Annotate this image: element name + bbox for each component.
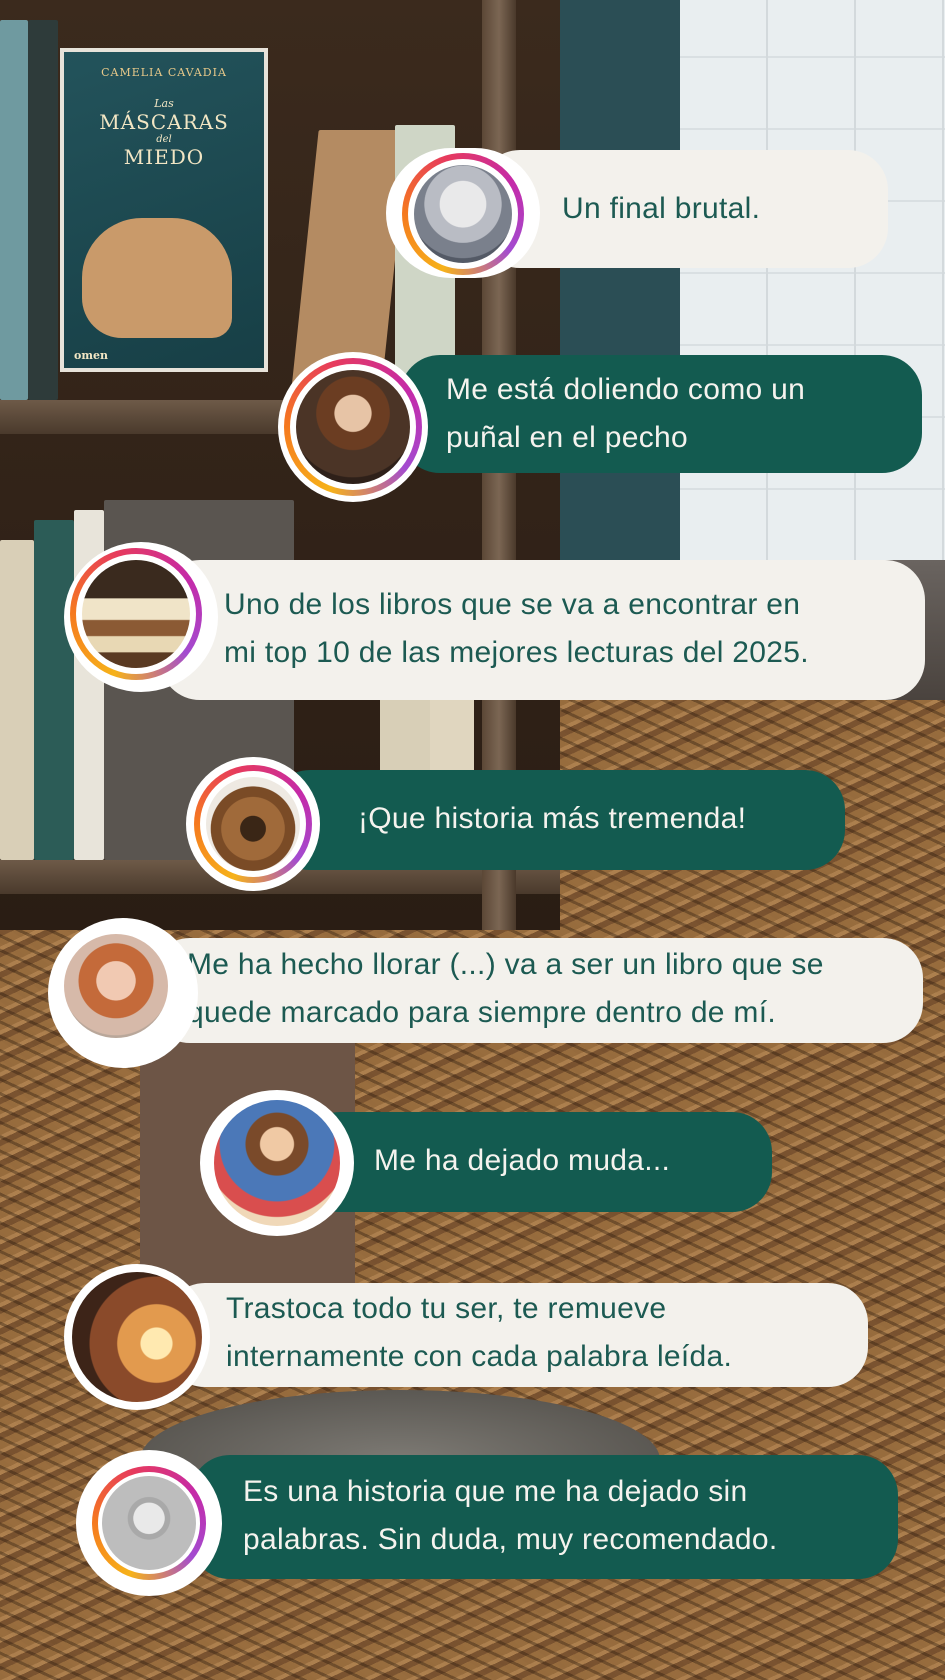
comment-text: quede marcado para siempre dentro de mí. [187,996,776,1029]
comment-text: Un final brutal. [562,192,761,225]
head-silhouette-icon [82,218,232,338]
avatar-frame [186,757,320,891]
comment-bubble: Un final brutal. [480,150,888,268]
book-title-del: del [156,134,172,145]
comment-text: Me está doliendo como un [446,373,806,406]
book-spine [0,540,34,860]
vintage-radio-avatar [206,777,300,871]
motorcycle-rider-avatar [414,165,512,263]
smiling-woman-avatar [64,934,168,1038]
comment-bubble: Me ha hecho llorar (...) va a ser un lib… [150,938,923,1043]
avatar-frame [64,542,218,692]
avatar-frame [76,1450,222,1596]
book-author: CAMELIA CAVADIA [101,66,227,79]
comment-text: Me ha hecho llorar (...) va a ser un lib… [187,948,824,981]
window-frame [560,0,680,560]
cartoon-reader-avatar [214,1100,340,1226]
comment-text: mi top 10 de las mejores lecturas del 20… [224,636,809,669]
book-title-end: MIEDO [123,145,205,169]
comment-text: Uno de los libros que se va a encontrar … [224,588,801,621]
avatar-frame [64,1264,210,1410]
book-spine [0,20,28,400]
featured-book-cover: CAMELIA CAVADIA Las MÁSCARAS del MIEDO o… [60,48,268,372]
comment-bubble: Me ha dejado muda... [300,1112,772,1212]
woman-sunlight-avatar [72,1272,202,1402]
comment-text: Trastoca todo tu ser, te remueve [226,1292,667,1325]
comment-text: Es una historia que me ha dejado sin [243,1475,748,1508]
avatar-frame [386,148,540,278]
book-logo-avatar [102,1476,196,1570]
avatar-frame [278,352,428,502]
comment-text: Me ha dejado muda... [374,1144,671,1177]
avatar-frame [200,1090,354,1236]
open-books-avatar [82,560,190,668]
comment-bubble: Es una historia que me ha dejado sin pal… [190,1455,898,1579]
book-title-main: MÁSCARAS [99,110,229,134]
comment-text: ¡Que historia más tremenda! [358,802,747,835]
comment-bubble: ¡Que historia más tremenda! [270,770,845,870]
avatar-frame [48,918,198,1068]
comment-bubble: Me está doliendo como un puñal en el pec… [400,355,922,473]
review-collage: CAMELIA CAVADIA Las MÁSCARAS del MIEDO o… [0,0,945,1680]
comment-text: puñal en el pecho [446,421,688,454]
book-title-prefix: Las [154,97,174,110]
book-publisher: omen [74,349,108,362]
book-spine [34,520,74,860]
girl-reading-avatar [296,370,410,484]
comment-bubble: Trastoca todo tu ser, te remueve interna… [165,1283,868,1387]
comment-bubble: Uno de los libros que se va a encontrar … [160,560,925,700]
comment-text: internamente con cada palabra leída. [226,1340,733,1373]
book-spine [28,20,58,400]
comment-text: palabras. Sin duda, muy recomendado. [243,1523,778,1556]
